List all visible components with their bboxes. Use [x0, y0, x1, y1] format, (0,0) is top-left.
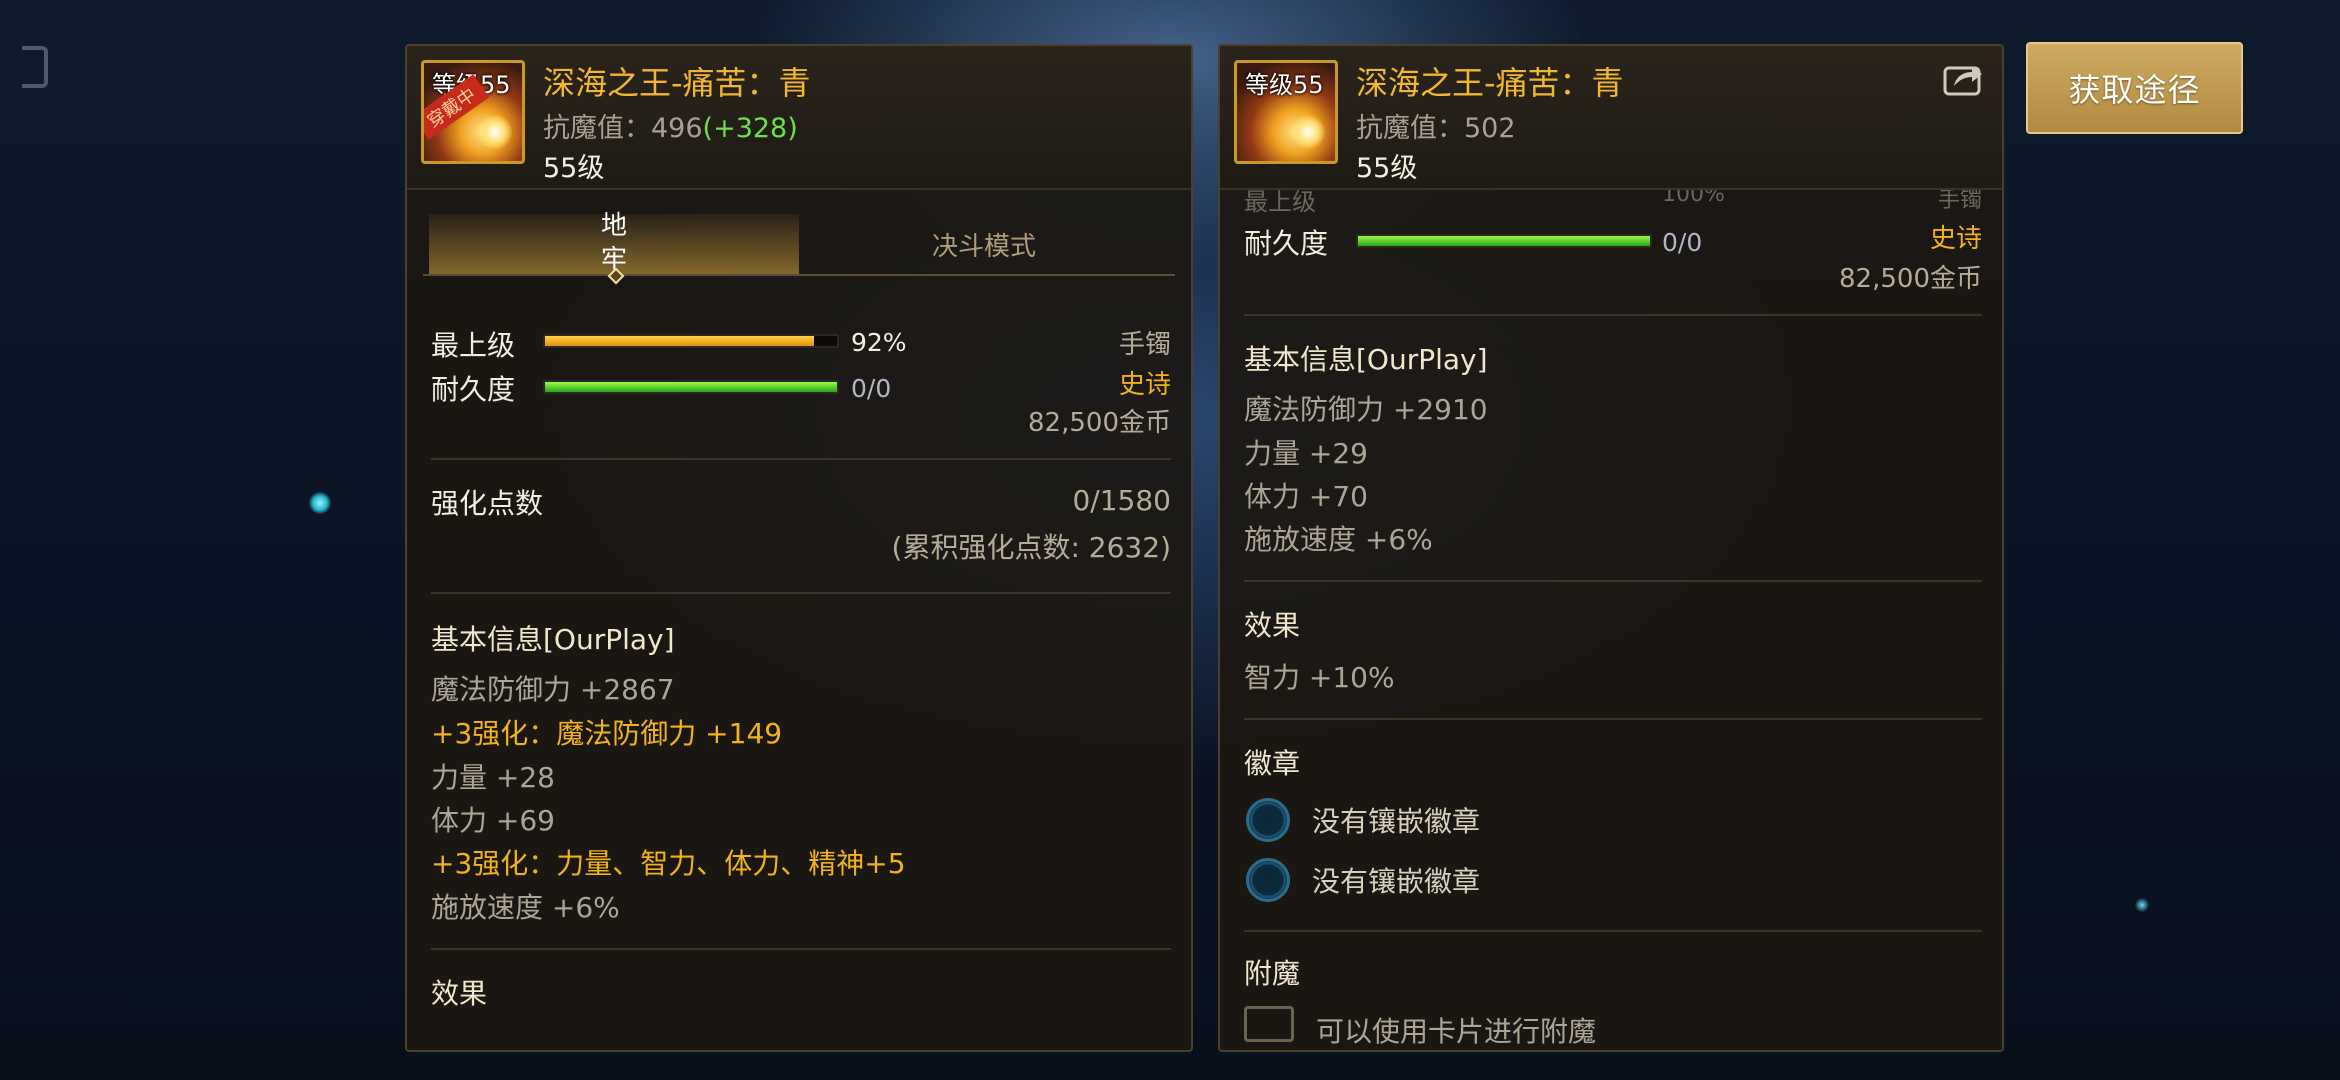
tab-dungeon[interactable]: 地牢 [429, 211, 799, 285]
sparkle-icon [478, 115, 512, 149]
slot-type: 手镯 [1118, 330, 1171, 360]
magic-resist-stat: 抗魔值：502 [1356, 113, 1516, 144]
item-name: 深海之王-痛苦：青 [543, 64, 811, 102]
required-level: 55级 [543, 153, 605, 184]
background-glow-dot [2135, 898, 2149, 912]
bracelet-item-icon[interactable]: 等级55 [1234, 60, 1338, 164]
stat-line: 体力 +70 [1244, 480, 1368, 513]
enhance-stat-line: +3强化：力量、智力、体力、精神+5 [431, 847, 906, 880]
grade-bar [543, 334, 839, 348]
sparkle-icon [1291, 115, 1325, 149]
reinforce-cumulative: (累积强化点数: 2632) [891, 531, 1171, 564]
emblem-slot-text: 没有镶嵌徽章 [1312, 865, 1481, 898]
durability-label: 耐久度 [1244, 227, 1329, 260]
reinforce-value: 0/1580 [1072, 484, 1171, 517]
stat-line: 力量 +29 [1244, 437, 1368, 470]
enchant-hint: 可以使用卡片进行附魔 [1316, 1015, 1597, 1048]
durability-value: 0/0 [851, 374, 892, 403]
background-bracket-icon [22, 46, 48, 88]
enhance-stat-line: +3强化：魔法防御力 +149 [431, 717, 783, 750]
basic-info-title: 基本信息[OurPlay] [431, 623, 675, 656]
stat-line: 体力 +69 [431, 804, 555, 837]
divider [1244, 314, 1982, 316]
stat-line: 魔法防御力 +2910 [1244, 393, 1488, 426]
grade-value: 92% [851, 328, 907, 357]
durability-bar-fill [545, 382, 837, 392]
magic-resist-stat: 抗魔值：496(+328) [543, 113, 798, 144]
grade-bar-fill [545, 336, 814, 346]
background-glow-dot [309, 492, 331, 514]
item-level-badge: 等级55 [1245, 71, 1324, 99]
mode-tabs: 地牢 决斗模式 [423, 211, 1175, 285]
divider [431, 458, 1171, 460]
item-name: 深海之王-痛苦：青 [1356, 64, 1624, 102]
rarity-label: 史诗 [1118, 370, 1171, 400]
bracelet-item-icon[interactable]: 等级55 穿戴中 [421, 60, 525, 164]
divider [1244, 580, 1982, 582]
rarity-label: 史诗 [1929, 224, 1982, 254]
share-icon[interactable] [1942, 60, 1984, 98]
tab-duel-mode[interactable]: 决斗模式 [799, 214, 1169, 274]
durability-label: 耐久度 [431, 373, 516, 406]
required-level: 55级 [1356, 153, 1418, 184]
stat-line: 力量 +28 [431, 761, 555, 794]
durability-bar [543, 380, 839, 394]
item-header: 等级55 穿戴中 深海之王-痛苦：青 抗魔值：496(+328) 55级 [407, 46, 1191, 190]
emblem-title: 徽章 [1244, 747, 1301, 780]
durability-bar-fill [1358, 236, 1650, 246]
effects-title: 效果 [1244, 609, 1301, 642]
effect-line: 智力 +10% [1244, 661, 1395, 694]
enchant-card-slot-icon[interactable] [1244, 1006, 1294, 1042]
effects-title: 效果 [431, 977, 488, 1010]
durability-bar [1356, 234, 1652, 248]
stat-line: 施放速度 +6% [1244, 523, 1433, 556]
divider [431, 948, 1171, 950]
price-label: 82,500金币 [1839, 264, 1982, 294]
get-source-button[interactable]: 获取途径 [2026, 42, 2243, 134]
divider [431, 592, 1171, 594]
basic-info-title: 基本信息[OurPlay] [1244, 343, 1488, 376]
emblem-slot-text: 没有镶嵌徽章 [1312, 805, 1481, 838]
grade-label: 最上级 [431, 329, 516, 362]
magic-resist-bonus: (+328) [702, 113, 798, 144]
emblem-socket-icon[interactable] [1246, 858, 1290, 902]
enchant-title: 附魔 [1244, 957, 1301, 990]
price-label: 82,500金币 [1028, 408, 1171, 438]
compare-item-panel[interactable]: 最上级 100% 手镯 等级55 深海之王-痛苦：青 抗魔值：502 55级 耐… [1218, 44, 2004, 1052]
stat-line: 魔法防御力 +2867 [431, 673, 675, 706]
stat-line: 施放速度 +6% [431, 891, 620, 924]
durability-value: 0/0 [1662, 228, 1703, 257]
equipped-item-panel[interactable]: 等级55 穿戴中 深海之王-痛苦：青 抗魔值：496(+328) 55级 地牢 … [405, 44, 1193, 1052]
reinforce-label: 强化点数 [431, 487, 544, 520]
item-header: 等级55 深海之王-痛苦：青 抗魔值：502 55级 [1220, 46, 2002, 190]
divider [1244, 718, 1982, 720]
emblem-socket-icon[interactable] [1246, 798, 1290, 842]
divider [1244, 930, 1982, 932]
